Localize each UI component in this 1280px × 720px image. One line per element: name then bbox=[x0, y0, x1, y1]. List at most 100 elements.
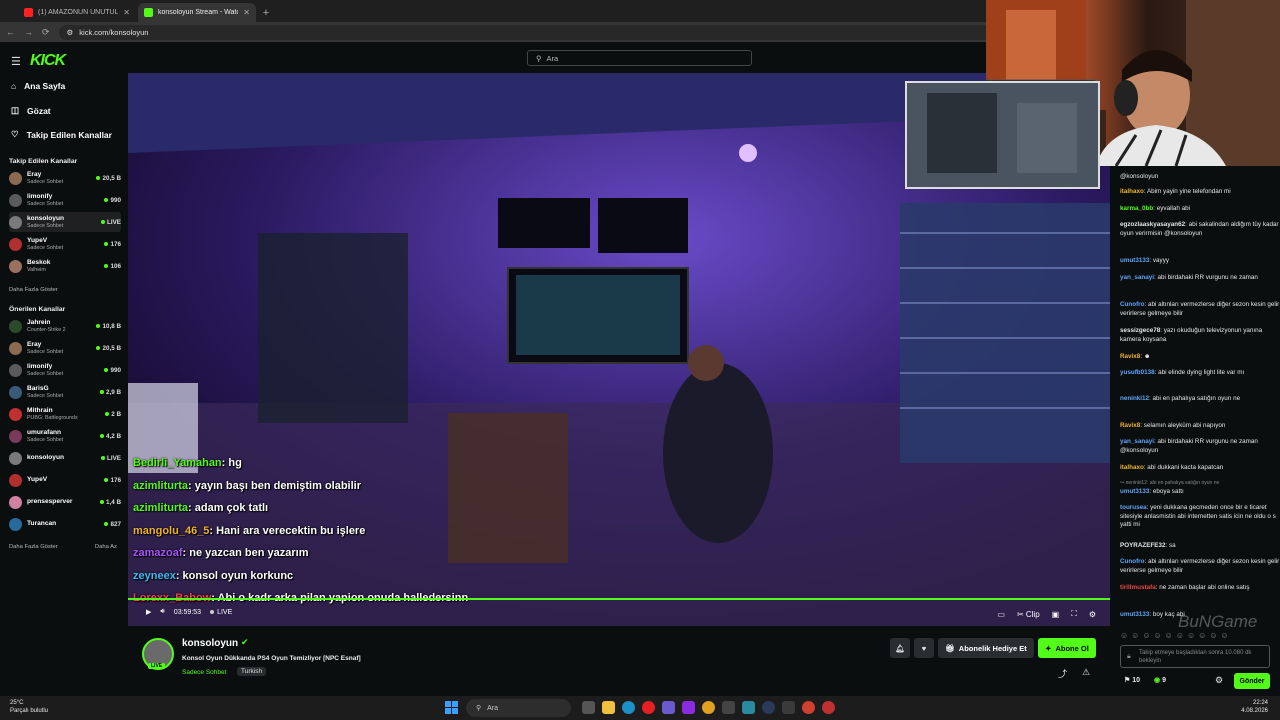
tab-kick[interactable]: konsoloyun Stream - Watch Liv... ✕ bbox=[138, 3, 256, 22]
channel-category: Sadece Sohbet bbox=[27, 392, 64, 399]
gift-sub-button[interactable]: 🎁︎ Abonelik Hediye Et bbox=[938, 638, 1034, 658]
avatar bbox=[9, 341, 22, 355]
weather-widget[interactable]: 25°C Parçalı bulutlu bbox=[10, 699, 48, 715]
avatar bbox=[9, 473, 22, 487]
recommended-channel[interactable]: Turancan 827 bbox=[9, 514, 121, 534]
chat-username[interactable]: Cunofro bbox=[1120, 301, 1144, 308]
reload-icon[interactable]: ⟳ bbox=[42, 27, 50, 38]
nav-browse[interactable]: ◫ Gözat bbox=[11, 105, 51, 116]
settings-icon[interactable]: ⚙ bbox=[1089, 610, 1096, 619]
menu-icon[interactable]: ☰ bbox=[11, 55, 21, 68]
chat-username[interactable]: yusufb0138 bbox=[1120, 369, 1155, 376]
explorer-icon[interactable] bbox=[602, 701, 615, 714]
followed-channel[interactable]: Beskok Valheim 106 bbox=[9, 256, 121, 276]
show-less-link[interactable]: Daha Az bbox=[95, 544, 117, 550]
channel-name: Jahrein bbox=[27, 318, 51, 326]
start-button[interactable] bbox=[445, 701, 458, 714]
recommended-channel[interactable]: Eray Sadece Sohbet 20,5 B bbox=[9, 338, 121, 358]
show-more-link[interactable]: Daha Fazla Göster bbox=[9, 287, 58, 293]
site-info-icon[interactable]: ⚙ bbox=[67, 28, 74, 37]
stream-tag[interactable]: Turkish bbox=[237, 667, 267, 676]
volume-icon[interactable]: 🔊︎ bbox=[160, 608, 164, 616]
system-clock[interactable]: 22:24 4.08.2026 bbox=[1241, 699, 1268, 715]
followed-channel[interactable]: limonify Sadece Sohbet 990 bbox=[9, 190, 121, 210]
clip-button[interactable]: ✂ Clip bbox=[1017, 610, 1040, 619]
store-icon[interactable] bbox=[662, 701, 675, 714]
url-field[interactable]: ⚙ kick.com/konsoloyun bbox=[58, 24, 1019, 40]
pip-icon[interactable]: ▣ bbox=[1052, 610, 1060, 619]
tab-youtube[interactable]: (1) AMAZONUN UNUTULAN K... ✕ bbox=[18, 3, 136, 22]
chat-username[interactable]: italhaxo bbox=[1120, 188, 1144, 195]
followed-channel[interactable]: Eray Sadece Sohbet 20,5 B bbox=[9, 168, 121, 188]
app-icon[interactable] bbox=[682, 701, 695, 714]
chat-username[interactable]: umut3133 bbox=[1120, 257, 1149, 264]
calculator-icon[interactable] bbox=[722, 701, 735, 714]
recommended-channel[interactable]: konsoloyun LIVE bbox=[9, 448, 121, 468]
chat-settings-icon[interactable]: ⚙ bbox=[1215, 675, 1223, 686]
chat-username[interactable]: tirillmustafa bbox=[1120, 584, 1156, 591]
channel-name[interactable]: konsoloyun bbox=[182, 638, 238, 649]
points-b[interactable]: ◉ 9 bbox=[1154, 676, 1166, 684]
chat-username[interactable]: italhaxo bbox=[1120, 464, 1144, 471]
chat-input[interactable]: 🔒︎ Takip etmeye başladıktan sonra 10.080… bbox=[1120, 645, 1270, 668]
chat-username[interactable]: umut3133 bbox=[1120, 488, 1149, 495]
notification-button[interactable]: 🔔︎ bbox=[890, 638, 910, 658]
show-more-link[interactable]: Daha Fazla Göster bbox=[9, 544, 58, 550]
app-icon[interactable] bbox=[782, 701, 795, 714]
live-badge: LIVE bbox=[101, 219, 121, 226]
recommended-channel[interactable]: prensesperver 1,4 B bbox=[9, 492, 121, 512]
close-tab-icon[interactable]: ✕ bbox=[243, 8, 250, 17]
recommended-channel[interactable]: YupeV 176 bbox=[9, 470, 121, 490]
chat-username[interactable]: Ravix8 bbox=[1120, 353, 1140, 360]
app-icon[interactable] bbox=[822, 701, 835, 714]
report-icon[interactable]: ⚠ bbox=[1082, 667, 1090, 678]
chat-username[interactable]: neninki12 bbox=[1120, 395, 1149, 402]
recommended-channel[interactable]: umurafann Sadece Sohbet 4,2 B bbox=[9, 426, 121, 446]
followed-channel[interactable]: YupeV Sadece Sohbet 176 bbox=[9, 234, 121, 254]
chat-username[interactable]: POYRAZEFE32 bbox=[1120, 542, 1166, 549]
recommended-channel[interactable]: Mithrain PUBG: Battlegrounds 2 B bbox=[9, 404, 121, 424]
chat-username[interactable]: Ravix8 bbox=[1120, 422, 1140, 429]
avatar bbox=[9, 259, 22, 273]
mini-camera-overlay bbox=[905, 81, 1100, 189]
recommended-channel[interactable]: limonify Sadece Sohbet 990 bbox=[9, 360, 121, 380]
chat-username[interactable]: egzozlaaskyasayan62 bbox=[1120, 221, 1185, 228]
points-a[interactable]: ⚑ 10 bbox=[1124, 676, 1140, 684]
recommended-channel[interactable]: Jahrein Counter-Strike 2 10,8 B bbox=[9, 316, 121, 336]
stream-category[interactable]: Sadece Sohbet bbox=[182, 669, 226, 676]
avatar bbox=[9, 385, 22, 399]
play-icon[interactable]: ▶ bbox=[146, 608, 151, 616]
chat-username[interactable]: karma_0bb bbox=[1120, 205, 1153, 212]
chat-username[interactable]: tourusea bbox=[1120, 504, 1147, 511]
chat-username[interactable]: yan_sanayi bbox=[1120, 274, 1154, 281]
chrome-icon[interactable] bbox=[802, 701, 815, 714]
fullscreen-icon[interactable]: ⛶ bbox=[1071, 609, 1077, 619]
recommended-channel[interactable]: BarisG Sadece Sohbet 2,9 B bbox=[9, 382, 121, 402]
nav-following[interactable]: ♡ Takip Edilen Kanallar bbox=[11, 129, 112, 140]
taskbar-search[interactable]: ⚲ Ara bbox=[466, 699, 571, 717]
chrome-icon[interactable] bbox=[702, 701, 715, 714]
back-icon[interactable]: ← bbox=[6, 27, 15, 37]
steam-icon[interactable] bbox=[762, 701, 775, 714]
chat-username[interactable]: sessizgece78 bbox=[1120, 327, 1160, 334]
files-app-icon[interactable] bbox=[582, 701, 595, 714]
follow-button[interactable]: ♥ bbox=[914, 638, 934, 658]
subscribe-button[interactable]: ✦ Abone Ol bbox=[1038, 638, 1096, 658]
send-button[interactable]: Gönder bbox=[1234, 673, 1270, 689]
chat-username[interactable]: umut3133 bbox=[1120, 611, 1149, 618]
share-icon[interactable]: ⤴ bbox=[1058, 667, 1067, 680]
nav-home[interactable]: ⌂ Ana Sayfa bbox=[11, 81, 65, 91]
avatar bbox=[9, 319, 22, 333]
close-tab-icon[interactable]: ✕ bbox=[123, 8, 130, 17]
edge-icon[interactable] bbox=[622, 701, 635, 714]
app-icon[interactable] bbox=[742, 701, 755, 714]
followed-channel-active[interactable]: konsoloyun Sadece Sohbet LIVE bbox=[9, 212, 121, 232]
kick-logo[interactable]: KICK bbox=[30, 52, 66, 70]
forward-icon[interactable]: → bbox=[24, 27, 33, 37]
youtube-icon[interactable] bbox=[642, 701, 655, 714]
chat-username[interactable]: Cunofro bbox=[1120, 558, 1144, 565]
new-tab-button[interactable]: + bbox=[258, 3, 274, 22]
theater-mode-icon[interactable]: ▭ bbox=[997, 610, 1005, 619]
chat-username[interactable]: yan_sanayi bbox=[1120, 438, 1154, 445]
search-input[interactable]: ⚲ Ara bbox=[527, 50, 752, 66]
